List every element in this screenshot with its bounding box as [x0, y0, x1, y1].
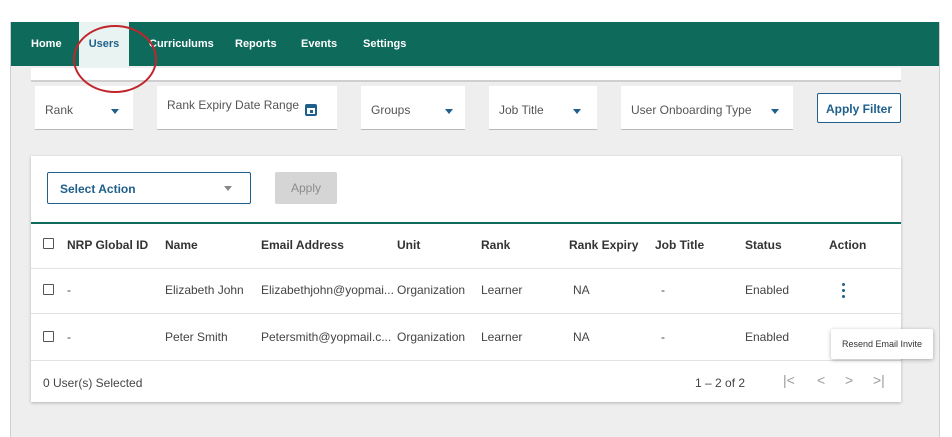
cell-status: Enabled — [745, 330, 790, 344]
content-strip — [31, 68, 901, 82]
first-page-icon[interactable]: |< — [783, 372, 795, 388]
row-checkbox[interactable] — [43, 331, 54, 342]
select-action-label: Select Action — [60, 182, 136, 196]
cell-rank: Learner — [481, 283, 523, 297]
row-checkbox[interactable] — [43, 284, 54, 295]
pagination-range: 1 – 2 of 2 — [695, 376, 746, 390]
chevron-down-icon — [573, 109, 581, 114]
nav-reports[interactable]: Reports — [235, 22, 277, 66]
rank-filter-label: Rank — [45, 103, 74, 117]
users-card: Select Action Apply NRP Global ID Name E… — [31, 156, 901, 402]
select-all-checkbox[interactable] — [43, 238, 54, 249]
col-status[interactable]: Status — [745, 238, 782, 252]
apply-button[interactable]: Apply — [275, 172, 337, 204]
groups-filter-label: Groups — [371, 103, 411, 117]
more-vertical-icon[interactable] — [841, 283, 847, 299]
cell-status: Enabled — [745, 283, 790, 297]
cell-rank-expiry: NA — [573, 283, 590, 297]
col-job-title[interactable]: Job Title — [655, 238, 704, 252]
table-row: - Elizabeth John Elizabethjohn@yopmai...… — [31, 267, 901, 314]
nav-home[interactable]: Home — [31, 22, 62, 66]
cell-unit: Organization — [397, 283, 466, 297]
next-page-icon[interactable]: > — [845, 372, 853, 388]
table-header: NRP Global ID Name Email Address Unit Ra… — [31, 222, 901, 269]
cell-job-title: - — [661, 283, 665, 297]
cell-name: Peter Smith — [165, 330, 228, 344]
job-title-filter-label: Job Title — [499, 103, 544, 117]
onboarding-type-label: User Onboarding Type — [631, 103, 752, 117]
col-unit[interactable]: Unit — [397, 238, 420, 252]
select-action-dropdown[interactable]: Select Action — [47, 172, 251, 204]
chevron-down-icon — [111, 109, 119, 114]
app-window: Home Users Curriculums Reports Events Se… — [10, 22, 940, 437]
nav-settings[interactable]: Settings — [363, 22, 406, 66]
calendar-icon[interactable] — [305, 104, 317, 116]
cell-job-title: - — [661, 330, 665, 344]
rank-expiry-filter[interactable]: Rank Expiry Date Range — [157, 86, 337, 130]
cell-unit: Organization — [397, 330, 466, 344]
job-title-filter[interactable]: Job Title — [489, 86, 597, 130]
col-action: Action — [829, 238, 867, 252]
cell-rank-expiry: NA — [573, 330, 590, 344]
rank-expiry-label: Rank Expiry Date Range — [167, 98, 300, 112]
resend-email-invite-menu-item[interactable]: Resend Email Invite — [831, 329, 933, 359]
col-nrp-global-id[interactable]: NRP Global ID — [67, 238, 148, 252]
col-rank[interactable]: Rank — [481, 238, 510, 252]
col-email[interactable]: Email Address — [261, 238, 344, 252]
col-name[interactable]: Name — [165, 238, 198, 252]
col-rank-expiry[interactable]: Rank Expiry — [569, 238, 638, 252]
cell-name: Elizabeth John — [165, 283, 244, 297]
cell-email: Petersmith@yopmail.c... — [261, 330, 392, 344]
cell-rank: Learner — [481, 330, 523, 344]
nav-curriculums[interactable]: Curriculums — [149, 22, 214, 66]
chevron-down-icon — [445, 109, 453, 114]
cell-nrp-id: - — [67, 330, 71, 344]
last-page-icon[interactable]: >| — [873, 372, 885, 388]
cell-email: Elizabethjohn@yopmai... — [261, 283, 394, 297]
highlight-annotation — [73, 25, 157, 93]
table-row: - Peter Smith Petersmith@yopmail.c... Or… — [31, 314, 901, 361]
selection-count: 0 User(s) Selected — [43, 376, 143, 390]
onboarding-type-filter[interactable]: User Onboarding Type — [621, 86, 793, 130]
prev-page-icon[interactable]: < — [817, 372, 825, 388]
groups-filter[interactable]: Groups — [361, 86, 465, 130]
apply-filter-button[interactable]: Apply Filter — [817, 93, 901, 123]
cell-nrp-id: - — [67, 283, 71, 297]
chevron-down-icon — [771, 109, 779, 114]
chevron-down-icon — [224, 186, 232, 191]
nav-events[interactable]: Events — [301, 22, 337, 66]
table-footer: 0 User(s) Selected 1 – 2 of 2 |< < > >| — [31, 370, 901, 400]
